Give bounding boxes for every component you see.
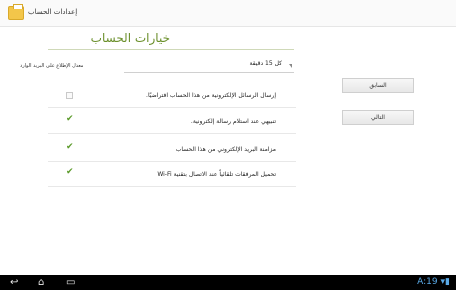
- home-icon[interactable]: ⌂: [38, 277, 44, 288]
- clock-text: A:19: [417, 277, 438, 287]
- heading-divider: [48, 49, 294, 50]
- row-divider: [48, 186, 296, 187]
- option-row-sync[interactable]: ✔ مزامنة البريد الإلكتروني من هذا الحساب: [48, 140, 296, 162]
- row-divider: [48, 107, 296, 108]
- option-row-notify[interactable]: ✔ تنبيهي عند استلام رسالة إلكترونية.: [48, 112, 296, 134]
- battery-icon: ▮: [445, 277, 450, 287]
- checkmark-icon[interactable]: ✔: [66, 143, 75, 152]
- option-label: تنبيهي عند استلام رسالة إلكترونية.: [190, 118, 276, 125]
- recent-apps-icon[interactable]: ▭: [66, 277, 75, 288]
- previous-button[interactable]: السابق: [342, 78, 414, 93]
- option-row-attachments[interactable]: ✔ تحميل المرفقات تلقائياً عند الاتصال بت…: [48, 165, 296, 187]
- option-label: تحميل المرفقات تلقائياً عند الاتصال بتقن…: [157, 171, 276, 178]
- option-label: مزامنة البريد الإلكتروني من هذا الحساب: [175, 146, 276, 153]
- frequency-select[interactable]: كل 15 دقيقة: [124, 58, 294, 73]
- titlebar: إعدادات الحساب: [0, 0, 456, 27]
- status-time: A:19 ▾▮: [417, 277, 450, 288]
- checkbox-unchecked[interactable]: [66, 92, 73, 99]
- frequency-value: كل 15 دقيقة: [249, 60, 282, 67]
- app-title: إعدادات الحساب: [28, 8, 78, 16]
- row-divider: [48, 161, 296, 162]
- frequency-label: معدل الإطلاع على البريد الوارد: [20, 63, 84, 69]
- option-label: إرسال الرسائل الإلكترونية من هذا الحساب …: [146, 92, 276, 99]
- row-divider: [48, 133, 296, 134]
- checkmark-icon[interactable]: ✔: [66, 115, 75, 124]
- next-button[interactable]: التالي: [342, 110, 414, 125]
- dropdown-arrow-icon: [289, 64, 292, 68]
- checkmark-icon[interactable]: ✔: [66, 168, 75, 177]
- account-settings-icon: [8, 4, 24, 20]
- back-icon[interactable]: ↩: [10, 277, 18, 288]
- option-row-default-account[interactable]: إرسال الرسائل الإلكترونية من هذا الحساب …: [48, 86, 296, 108]
- page-title: خيارات الحساب: [90, 31, 170, 45]
- system-navbar: ↩ ⌂ ▭ A:19 ▾▮: [0, 275, 456, 290]
